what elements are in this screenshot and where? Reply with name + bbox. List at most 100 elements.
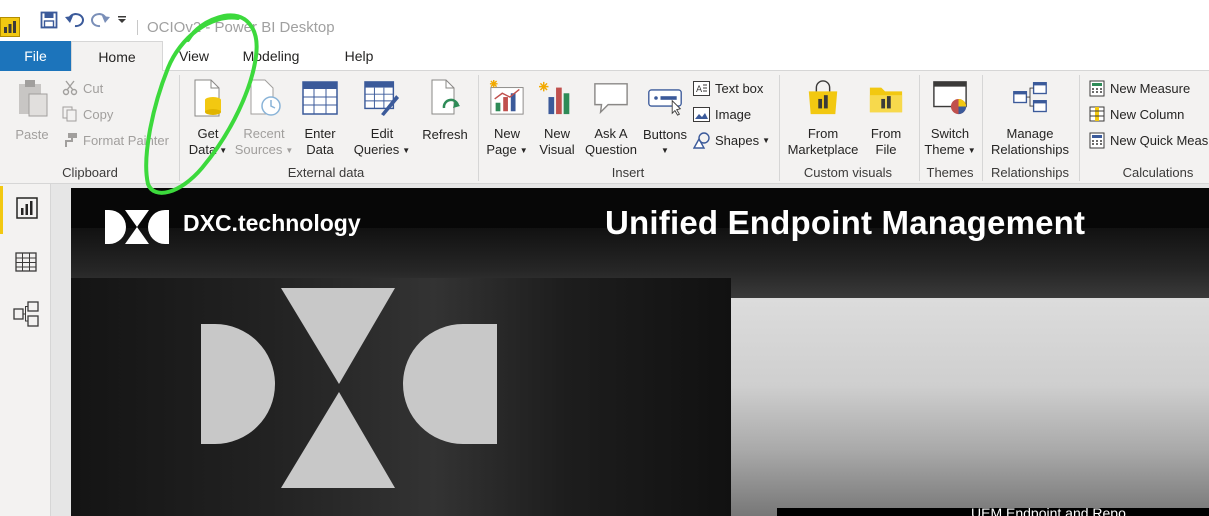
relationships-icon	[1012, 78, 1048, 118]
format-painter-icon	[61, 132, 78, 149]
calculations-group-label: Calculations	[1122, 165, 1194, 180]
get-data-label: Get Data ▼	[188, 126, 228, 157]
report-view-button[interactable]	[0, 186, 51, 234]
ribbon-tabs: File Home View Modeling Help	[0, 41, 1209, 72]
from-file-button[interactable]: From File	[864, 75, 908, 163]
window-title: OCIOv2 - Power BI Desktop	[147, 19, 335, 36]
ribbon: Paste Cut Copy Format Painter Clipboard …	[0, 71, 1209, 184]
report-view-icon	[15, 196, 39, 225]
buttons-button[interactable]: Buttons ▼	[641, 75, 689, 163]
table-icon	[302, 78, 338, 118]
tab-view[interactable]: View	[163, 41, 225, 71]
external-data-group-label: External data	[287, 165, 365, 180]
switch-theme-icon	[932, 78, 968, 118]
report-title: Unified Endpoint Management	[605, 204, 1086, 241]
from-marketplace-button[interactable]: From Marketplace	[784, 75, 862, 163]
redo-icon[interactable]	[89, 9, 111, 31]
ask-question-label: Ask A Question	[584, 126, 638, 157]
quick-measure-icon	[1088, 132, 1105, 149]
group-separator	[1079, 75, 1080, 181]
switch-theme-button[interactable]: Switch Theme ▼	[924, 75, 976, 163]
report-canvas: DXC.technology Unified Endpoint Manageme…	[51, 184, 1209, 516]
refresh-icon	[427, 78, 463, 118]
text-box-icon: A	[693, 80, 710, 97]
model-view-button[interactable]	[0, 292, 51, 340]
tab-modeling[interactable]: Modeling	[225, 41, 317, 71]
ask-question-button[interactable]: Ask A Question	[583, 75, 639, 163]
edit-queries-icon	[364, 78, 400, 118]
report-page[interactable]: DXC.technology Unified Endpoint Manageme…	[71, 188, 1209, 516]
custom-visuals-group-label: Custom visuals	[803, 165, 893, 180]
image-button[interactable]: Image	[693, 103, 751, 125]
recent-sources-button[interactable]: Recent Sources ▼	[235, 75, 293, 163]
paste-label: Paste	[15, 127, 49, 142]
new-column-icon	[1088, 106, 1105, 123]
model-view-icon	[12, 300, 39, 332]
enter-data-label: Enter Data	[304, 126, 336, 157]
footer-text: UEM Endpoint and Repo...	[971, 508, 1138, 516]
refresh-button[interactable]: Refresh	[420, 75, 470, 163]
scissors-icon	[61, 80, 78, 97]
buttons-icon	[647, 78, 683, 118]
image-icon	[693, 106, 710, 123]
recent-sources-icon	[246, 78, 282, 118]
new-page-icon	[489, 78, 525, 118]
calculator-icon	[1088, 80, 1105, 97]
manage-relationships-button[interactable]: Manage Relationships	[988, 75, 1072, 163]
new-quick-measure-button[interactable]: New Quick Meas	[1088, 129, 1208, 151]
folder-icon	[868, 78, 904, 118]
new-column-button[interactable]: New Column	[1088, 103, 1184, 125]
tab-file[interactable]: File	[0, 41, 71, 71]
powerbi-logo-icon[interactable]	[0, 17, 20, 37]
new-page-label: New Page ▼	[486, 126, 528, 157]
save-icon[interactable]	[38, 9, 60, 31]
customize-icon[interactable]	[115, 9, 129, 31]
format-painter-button[interactable]: Format Painter	[61, 129, 169, 151]
tab-home[interactable]: Home	[71, 41, 163, 72]
new-column-label: New Column	[1110, 106, 1185, 122]
clipboard-group-label: Clipboard	[62, 165, 118, 180]
new-visual-button[interactable]: New Visual	[535, 75, 579, 163]
data-view-icon	[14, 251, 37, 277]
shapes-label: Shapes	[715, 132, 760, 148]
shapes-button[interactable]: Shapes ▼	[693, 129, 770, 151]
background-photo-street-right	[731, 298, 1209, 516]
switch-theme-label: Switch Theme ▼	[924, 126, 976, 157]
title-bar: OCIOv2 - Power BI Desktop	[0, 0, 1209, 41]
edit-queries-label: Edit Queries ▼	[353, 126, 411, 157]
get-data-icon	[190, 78, 226, 118]
new-measure-label: New Measure	[1110, 80, 1191, 96]
speech-bubble-icon	[593, 78, 629, 118]
title-separator	[137, 20, 138, 35]
data-view-button[interactable]	[0, 240, 51, 288]
new-visual-label: New Visual	[539, 126, 575, 157]
group-separator	[779, 75, 780, 181]
manage-relationships-label: Manage Relationships	[990, 126, 1070, 157]
edit-queries-button[interactable]: Edit Queries ▼	[352, 75, 412, 163]
view-switcher	[0, 184, 51, 516]
new-quick-measure-label: New Quick Meas	[1110, 132, 1209, 148]
copy-icon	[61, 106, 78, 123]
text-box-label: Text box	[715, 80, 764, 96]
text-box-button[interactable]: A Text box	[693, 77, 763, 99]
undo-icon[interactable]	[64, 9, 86, 31]
format-painter-label: Format Painter	[83, 132, 169, 148]
insert-group-label: Insert	[611, 165, 645, 180]
new-visual-icon	[539, 78, 575, 118]
refresh-label: Refresh	[422, 127, 468, 142]
relationships-group-label: Relationships	[990, 165, 1070, 180]
cut-button[interactable]: Cut	[61, 77, 103, 99]
new-page-button[interactable]: New Page ▼	[485, 75, 529, 163]
tab-help[interactable]: Help	[317, 41, 401, 71]
shapes-icon	[693, 131, 710, 149]
cut-label: Cut	[83, 80, 104, 96]
copy-button[interactable]: Copy	[61, 103, 113, 125]
image-label: Image	[715, 106, 752, 122]
paste-button[interactable]: Paste	[10, 75, 54, 163]
new-measure-button[interactable]: New Measure	[1088, 77, 1190, 99]
svg-text:A: A	[696, 85, 703, 95]
from-file-label: From File	[870, 126, 902, 157]
marketplace-icon	[805, 78, 841, 118]
get-data-button[interactable]: Get Data ▼	[184, 75, 232, 163]
enter-data-button[interactable]: Enter Data	[298, 75, 342, 163]
